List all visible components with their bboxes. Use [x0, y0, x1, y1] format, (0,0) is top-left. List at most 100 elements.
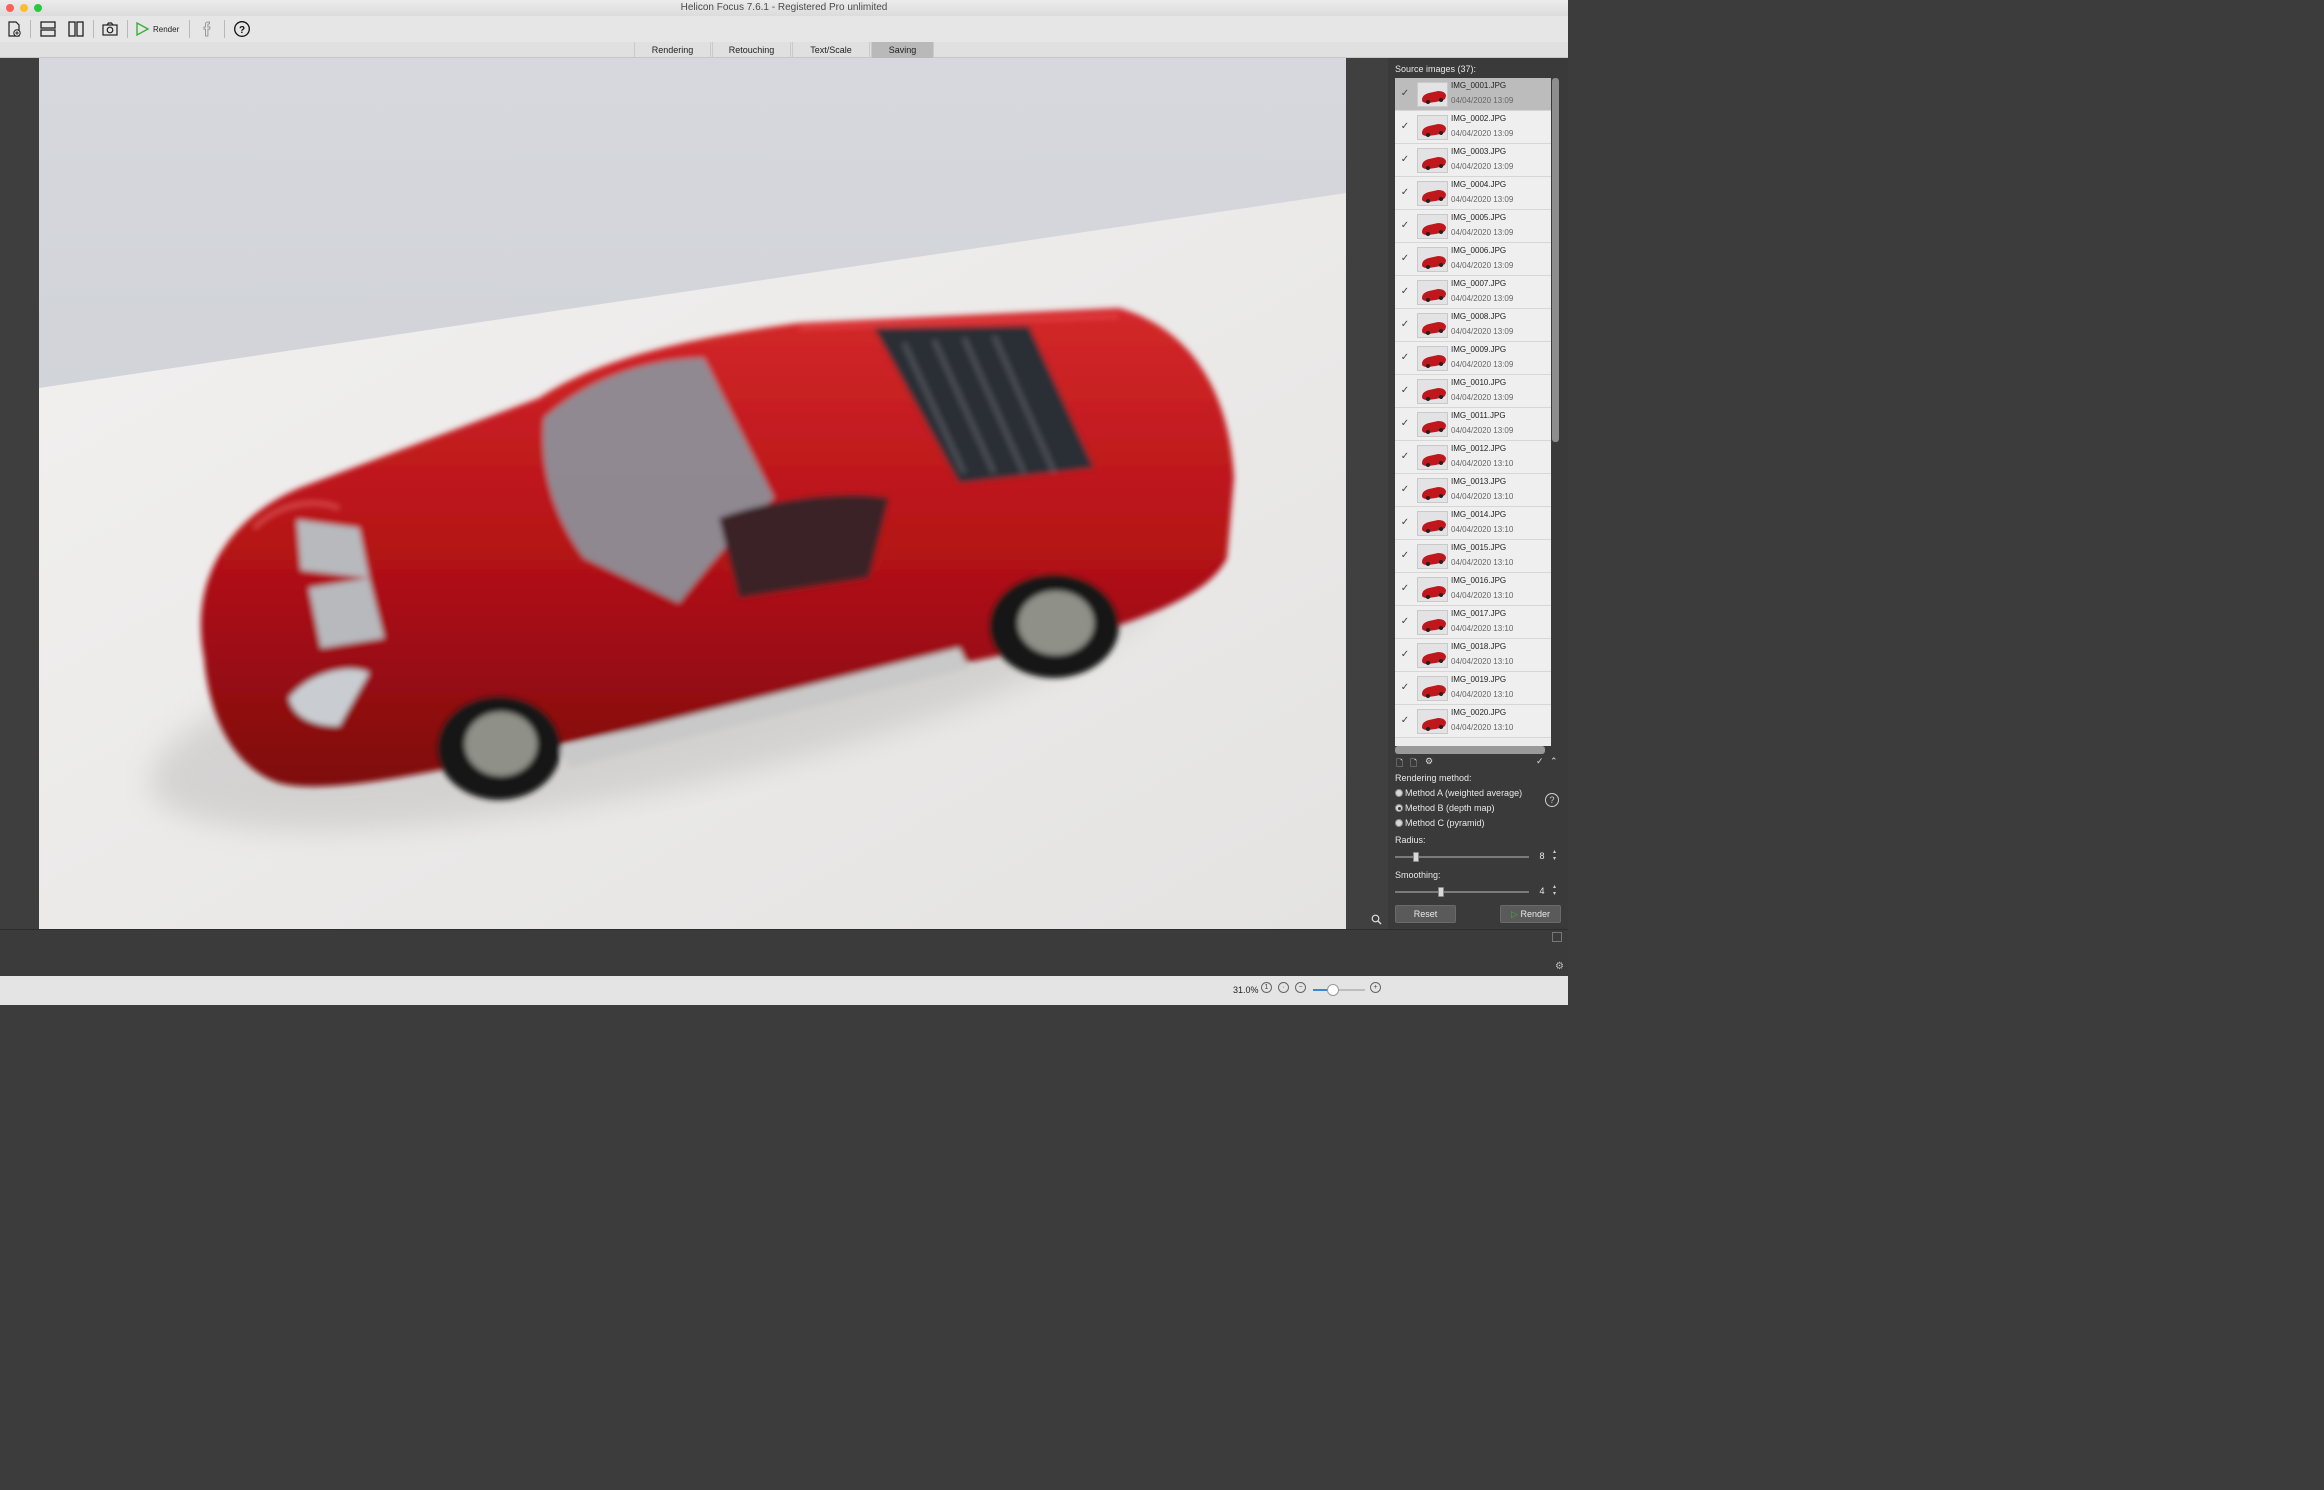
file-checkbox[interactable]: ✓ — [1399, 715, 1411, 727]
file-thumbnail — [1417, 214, 1448, 239]
file-thumbnail — [1417, 544, 1448, 569]
file-checkbox[interactable]: ✓ — [1399, 253, 1411, 265]
file-row[interactable]: ✓ IMG_0014.JPG 04/04/2020 13:10 — [1395, 507, 1551, 540]
zoom-actual-icon[interactable]: 1 — [1261, 982, 1272, 993]
file-checkbox[interactable]: ✓ — [1399, 319, 1411, 331]
file-list-scroll-thumb[interactable] — [1552, 78, 1559, 442]
file-checkbox[interactable]: ✓ — [1399, 187, 1411, 199]
toolbar-render-button[interactable]: Render — [134, 18, 180, 40]
preview-photo — [39, 58, 1346, 929]
minimize-window-button[interactable] — [20, 4, 28, 12]
file-checkbox[interactable]: ✓ — [1399, 385, 1411, 397]
file-row[interactable]: ✓ IMG_0005.JPG 04/04/2020 13:09 — [1395, 210, 1551, 243]
tab-retouching[interactable]: Retouching — [712, 42, 791, 58]
settings-small-icon[interactable]: ⚙ — [1425, 756, 1433, 767]
magnifier-icon[interactable] — [1371, 914, 1382, 925]
zoom-out-icon[interactable]: − — [1295, 982, 1306, 993]
zoom-window-button[interactable] — [34, 4, 42, 12]
file-checkbox[interactable]: ✓ — [1399, 682, 1411, 694]
file-checkbox[interactable]: ✓ — [1399, 352, 1411, 364]
file-row[interactable]: ✓ IMG_0011.JPG 04/04/2020 13:09 — [1395, 408, 1551, 441]
file-checkbox[interactable]: ✓ — [1399, 154, 1411, 166]
left-gutter — [0, 58, 39, 929]
help-button[interactable]: ? — [231, 18, 253, 40]
tab-saving[interactable]: Saving — [871, 42, 934, 58]
file-checkbox[interactable]: ✓ — [1399, 88, 1411, 100]
smoothing-slider[interactable] — [1395, 887, 1529, 897]
method-b-radio[interactable]: Method B (depth map) — [1395, 803, 1495, 813]
file-checkbox[interactable]: ✓ — [1399, 418, 1411, 430]
log-settings-icon[interactable]: ⚙ — [1555, 961, 1564, 972]
image-preview[interactable] — [39, 58, 1346, 929]
file-checkbox[interactable]: ✓ — [1399, 583, 1411, 595]
file-checkbox[interactable]: ✓ — [1399, 451, 1411, 463]
file-row[interactable]: ✓ IMG_0001.JPG 04/04/2020 13:09 — [1395, 78, 1551, 111]
facebook-button[interactable] — [197, 18, 217, 40]
file-checkbox[interactable]: ✓ — [1399, 517, 1411, 529]
add-images-button[interactable] — [3, 18, 25, 40]
radius-slider[interactable] — [1395, 852, 1529, 862]
file-checkbox[interactable]: ✓ — [1399, 649, 1411, 661]
file-checkbox[interactable]: ✓ — [1399, 286, 1411, 298]
method-a-radio[interactable]: Method A (weighted average) — [1395, 788, 1522, 798]
file-row[interactable]: ✓ IMG_0009.JPG 04/04/2020 13:09 — [1395, 342, 1551, 375]
file-row[interactable]: ✓ IMG_0020.JPG 04/04/2020 13:10 — [1395, 705, 1551, 738]
tab-text-scale[interactable]: Text/Scale — [792, 42, 870, 58]
file-row[interactable]: ✓ IMG_0010.JPG 04/04/2020 13:09 — [1395, 375, 1551, 408]
file-row[interactable]: ✓ IMG_0016.JPG 04/04/2020 13:10 — [1395, 573, 1551, 606]
add-file-small-icon[interactable]: 🗋 — [1396, 756, 1403, 772]
radius-slider-knob[interactable] — [1413, 852, 1419, 862]
car-thumbnail-icon — [1418, 446, 1447, 469]
file-row[interactable]: ✓ IMG_0006.JPG 04/04/2020 13:09 — [1395, 243, 1551, 276]
file-row[interactable]: ✓ IMG_0004.JPG 04/04/2020 13:09 — [1395, 177, 1551, 210]
zoom-slider[interactable] — [1313, 984, 1365, 996]
remove-file-small-icon[interactable]: 🗋 — [1410, 756, 1417, 772]
source-file-list[interactable]: ✓ IMG_0001.JPG 04/04/2020 13:09 ✓ IMG_0002.J… — [1395, 78, 1551, 746]
radius-stepper[interactable]: ▴ ▾ — [1553, 849, 1559, 863]
save-log-icon[interactable] — [1552, 932, 1562, 942]
file-checkbox[interactable]: ✓ — [1399, 616, 1411, 628]
smoothing-slider-knob[interactable] — [1438, 887, 1444, 897]
horizontal-layout-button[interactable] — [37, 18, 59, 40]
chevron-up-icon[interactable]: ⌃ — [1550, 756, 1558, 767]
smoothing-stepper[interactable]: ▴ ▾ — [1553, 884, 1559, 898]
vertical-layout-button[interactable] — [65, 18, 87, 40]
close-window-button[interactable] — [6, 4, 14, 12]
file-row[interactable]: ✓ IMG_0018.JPG 04/04/2020 13:10 — [1395, 639, 1551, 672]
smoothing-value[interactable]: 4 — [1532, 884, 1552, 898]
tab-bar: Rendering Retouching Text/Scale Saving — [0, 42, 1568, 58]
file-checkbox[interactable]: ✓ — [1399, 220, 1411, 232]
zoom-in-icon[interactable]: + — [1370, 982, 1381, 993]
window-title: Helicon Focus 7.6.1 - Registered Pro unl… — [680, 2, 888, 13]
file-checkbox[interactable]: ✓ — [1399, 484, 1411, 496]
render-button[interactable]: ▷ Render — [1500, 905, 1561, 923]
tab-rendering[interactable]: Rendering — [634, 42, 711, 58]
file-row[interactable]: ✓ IMG_0012.JPG 04/04/2020 13:10 — [1395, 441, 1551, 474]
radius-value[interactable]: 8 — [1532, 849, 1552, 863]
file-row[interactable]: ✓ IMG_0003.JPG 04/04/2020 13:09 — [1395, 144, 1551, 177]
zoom-fit-icon[interactable]: · — [1278, 982, 1289, 993]
rendering-method-label: Rendering method: — [1395, 773, 1472, 783]
file-row[interactable]: ✓ IMG_0008.JPG 04/04/2020 13:09 — [1395, 309, 1551, 342]
file-checkbox[interactable]: ✓ — [1399, 121, 1411, 133]
file-thumbnail — [1417, 148, 1448, 173]
file-thumbnail — [1417, 181, 1448, 206]
file-row[interactable]: ✓ IMG_0017.JPG 04/04/2020 13:10 — [1395, 606, 1551, 639]
file-row[interactable]: ✓ IMG_0013.JPG 04/04/2020 13:10 — [1395, 474, 1551, 507]
snapshot-button[interactable] — [99, 18, 121, 40]
file-row[interactable]: ✓ IMG_0007.JPG 04/04/2020 13:09 — [1395, 276, 1551, 309]
rendering-help-icon[interactable]: ? — [1545, 793, 1559, 807]
file-checkbox[interactable]: ✓ — [1399, 550, 1411, 562]
zoom-slider-knob[interactable] — [1327, 984, 1339, 996]
car-thumbnail-icon — [1418, 83, 1447, 106]
check-all-icon[interactable]: ✓ — [1536, 756, 1544, 767]
file-row[interactable]: ✓ IMG_0002.JPG 04/04/2020 13:09 — [1395, 111, 1551, 144]
method-c-radio[interactable]: Method C (pyramid) — [1395, 818, 1485, 828]
file-date: 04/04/2020 13:09 — [1451, 228, 1514, 237]
reset-button[interactable]: Reset — [1395, 905, 1456, 923]
file-row[interactable]: ✓ IMG_0015.JPG 04/04/2020 13:10 — [1395, 540, 1551, 573]
file-list-scrollbar[interactable] — [1551, 78, 1560, 746]
file-row[interactable]: ✓ IMG_0019.JPG 04/04/2020 13:10 — [1395, 672, 1551, 705]
file-date: 04/04/2020 13:09 — [1451, 129, 1514, 138]
file-list-horizontal-scrollbar[interactable] — [1395, 746, 1545, 754]
